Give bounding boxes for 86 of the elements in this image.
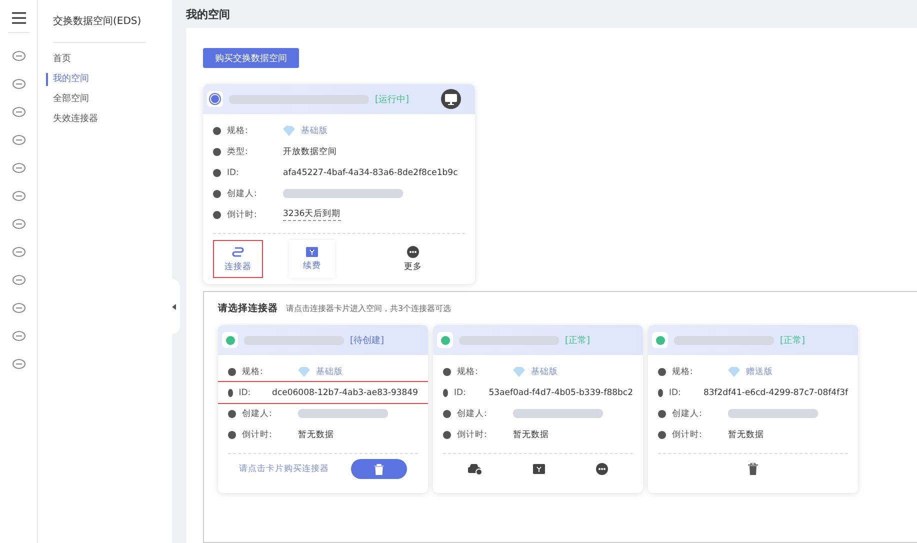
diamond-icon <box>513 366 525 376</box>
field-icon <box>443 430 451 438</box>
field-label: ID: <box>668 388 682 398</box>
field-label: 创建人: <box>672 408 703 420</box>
connector-card[interactable]: [待创建] 规格: 基础版 ID: dce06008-12b7-4ab3-ae83-93849 创建人: 倒计时: 暂无数据 请点击卡片购买连接器 <box>218 325 428 493</box>
trash-icon <box>374 464 384 474</box>
field-icon <box>228 368 236 376</box>
status-label: [运行中] <box>375 94 410 106</box>
field-icon <box>443 368 451 376</box>
edition-value: 基础版 <box>316 366 343 378</box>
link-icon <box>222 332 238 348</box>
action-button[interactable]: 连接器 <box>213 240 263 278</box>
section-title: 请选择连接器 <box>218 302 278 315</box>
space-card[interactable]: [运行中] 规格: 基础版 类型: 开放数据空间 ID: afa45227-4baf-4a34-83a6-8de2f8ce1b9c 创建人: 倒计时: 3236天后到期 连接器 续费 更多 <box>203 84 475 284</box>
connector-card[interactable]: [正常] 规格: 赠送版 ID: 83f2df41-e6cd-4299-87c7-08f4f3f 创建人: 倒计时: 暂无数据 <box>648 325 858 493</box>
field-label: ID: <box>454 388 467 398</box>
edition-value: 赠送版 <box>746 366 773 378</box>
link-icon <box>652 332 668 348</box>
action-button[interactable]: 更多 <box>361 240 465 278</box>
field-icon <box>228 410 236 418</box>
more-icon <box>407 246 419 258</box>
field-value: 83f2df41-e6cd-4299-87c7-08f4f3f <box>703 388 848 398</box>
field-label: 倒计时: <box>672 428 703 440</box>
field-label: 创建人: <box>227 188 258 200</box>
field-value: 暂无数据 <box>298 428 334 440</box>
field-label: 倒计时: <box>227 208 258 220</box>
status-label: [正常] <box>565 334 590 346</box>
sidebar-item[interactable]: 失效连接器 <box>46 113 98 126</box>
field-value: dce06008-12b7-4ab3-ae83-93849 <box>272 388 418 398</box>
sidebar-item[interactable]: 全部空间 <box>46 93 89 106</box>
field-label: 倒计时: <box>457 428 488 440</box>
field-value: 暂无数据 <box>513 428 549 440</box>
field-value: 53aef0ad-f4d7-4b05-b339-f88bc2 <box>488 388 633 398</box>
diamond-icon <box>728 366 740 376</box>
diamond-icon <box>298 366 310 376</box>
field-icon <box>658 388 663 396</box>
field-icon <box>443 388 448 396</box>
buy-button[interactable]: 购买交换数据空间 <box>203 48 299 68</box>
field-icon <box>228 388 233 396</box>
delete-icon[interactable] <box>748 463 758 475</box>
countdown-value: 3236天后到期 <box>283 208 341 221</box>
more-icon[interactable] <box>596 463 608 475</box>
connector-card[interactable]: [正常] 规格: 基础版 ID: 53aef0ad-f4d7-4b05-b339-f88bc2 创建人: 倒计时: 暂无数据 <box>433 325 643 493</box>
field-label: 规格: <box>457 366 479 378</box>
field-value: 暂无数据 <box>728 428 764 440</box>
edition-value: 基础版 <box>531 366 558 378</box>
field-icon <box>213 190 221 198</box>
field-icon <box>213 168 221 176</box>
field-icon <box>213 210 221 218</box>
field-icon <box>213 148 221 156</box>
field-icon <box>658 410 666 418</box>
page-title: 我的空间 <box>186 6 230 22</box>
field-label: 规格: <box>672 366 694 378</box>
sidebar-item[interactable]: 我的空间 <box>46 73 89 86</box>
section-hint: 请点击连接器卡片进入空间，共3个连接器可选 <box>286 303 452 314</box>
field-label: ID: <box>238 388 252 398</box>
field-label: 创建人: <box>242 408 273 420</box>
edition-value: 基础版 <box>301 124 328 136</box>
field-icon <box>228 430 236 438</box>
menu-icon[interactable] <box>12 12 26 24</box>
sidebar-title: 交换数据空间(EDS) <box>53 14 142 28</box>
link-icon <box>232 246 244 258</box>
status-label: [正常] <box>780 334 806 346</box>
diamond-icon <box>283 126 295 136</box>
field-icon <box>658 368 666 376</box>
field-icon <box>443 410 451 418</box>
field-label: 类型: <box>227 146 249 158</box>
field-value: 开放数据空间 <box>283 146 337 158</box>
link-icon <box>437 332 453 348</box>
field-label: 创建人: <box>457 408 488 420</box>
field-icon <box>658 430 666 438</box>
status-label: [待创建] <box>350 334 384 346</box>
action-button[interactable]: 续费 <box>289 240 335 278</box>
sidebar-item[interactable]: 首页 <box>46 53 71 66</box>
ticket-icon[interactable] <box>532 464 545 474</box>
cloud-icon[interactable] <box>468 464 482 474</box>
field-label: 规格: <box>242 366 264 378</box>
field-icon <box>213 126 221 134</box>
delete-button[interactable] <box>351 459 407 479</box>
field-value: afa45227-4baf-4a34-83a6-8de2f8ce1b9c <box>283 168 458 178</box>
field-label: 规格: <box>227 124 249 136</box>
monitor-icon[interactable] <box>441 89 461 109</box>
ticket-icon <box>306 246 318 256</box>
field-label: ID: <box>227 168 240 178</box>
space-icon <box>207 91 223 107</box>
field-label: 倒计时: <box>242 428 273 440</box>
